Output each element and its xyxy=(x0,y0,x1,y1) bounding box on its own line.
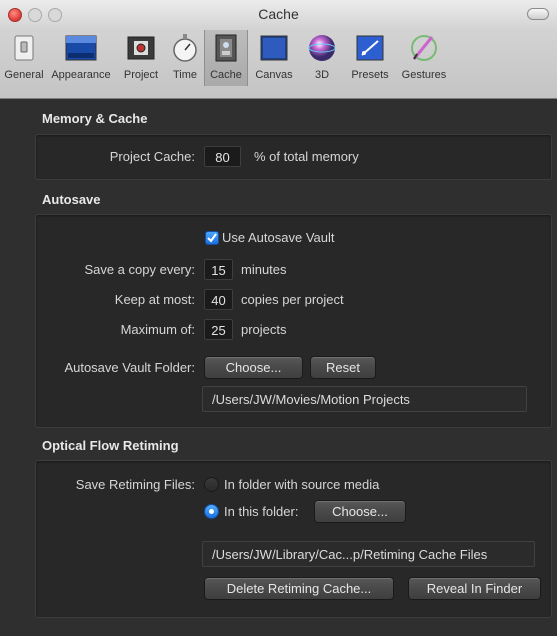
tab-gestures[interactable]: Gestures xyxy=(396,30,452,86)
appearance-icon xyxy=(64,32,98,64)
gestures-pen-icon xyxy=(407,32,441,64)
tab-label: Presets xyxy=(351,69,389,81)
tab-time[interactable]: Time xyxy=(166,30,204,86)
radio-this-folder[interactable] xyxy=(204,504,219,519)
save-retiming-label: Save Retiming Files: xyxy=(75,477,195,492)
tab-project[interactable]: Project xyxy=(116,30,166,86)
vault-folder-path: /Users/JW/Movies/Motion Projects xyxy=(202,386,527,412)
radio-source-media[interactable] xyxy=(204,477,219,492)
project-cache-label: Project Cache: xyxy=(109,149,195,164)
title-bar: Cache General Appearance Project Time Ca… xyxy=(0,0,557,99)
reveal-in-finder-button[interactable]: Reveal In Finder xyxy=(408,577,541,600)
memory-section-title: Memory & Cache xyxy=(42,111,148,126)
keep-at-most-suffix: copies per project xyxy=(241,292,344,307)
general-switch-icon xyxy=(7,32,41,64)
keep-at-most-field[interactable]: 40 xyxy=(204,289,233,310)
tab-label: Canvas xyxy=(255,69,293,81)
maximum-of-field[interactable]: 25 xyxy=(204,319,233,340)
maximum-of-suffix: projects xyxy=(241,322,287,337)
maximum-of-label: Maximum of: xyxy=(120,322,195,337)
use-vault-checkbox[interactable] xyxy=(205,231,219,245)
autosave-section-title: Autosave xyxy=(42,192,101,207)
tab-label: Time xyxy=(172,69,198,81)
vault-folder-label: Autosave Vault Folder: xyxy=(64,360,195,375)
save-copy-field[interactable]: 15 xyxy=(204,259,233,280)
project-cache-suffix: % of total memory xyxy=(254,149,359,164)
preferences-toolbar: General Appearance Project Time Cache Ca… xyxy=(4,30,452,86)
tab-canvas[interactable]: Canvas xyxy=(248,30,300,86)
tab-label: General xyxy=(4,69,44,81)
save-copy-label: Save a copy every: xyxy=(84,262,195,277)
retiming-folder-path: /Users/JW/Library/Cac...p/Retiming Cache… xyxy=(202,541,535,567)
keep-at-most-label: Keep at most: xyxy=(114,292,195,307)
sphere-3d-icon xyxy=(305,32,339,64)
tab-cache[interactable]: Cache xyxy=(204,30,248,86)
checkmark-icon xyxy=(207,233,217,243)
tab-3d[interactable]: 3D xyxy=(300,30,344,86)
cache-film-icon xyxy=(209,32,243,64)
optical-flow-section-title: Optical Flow Retiming xyxy=(42,438,179,453)
use-vault-label: Use Autosave Vault xyxy=(222,230,335,245)
tab-label: Gestures xyxy=(401,69,447,81)
tab-label: 3D xyxy=(314,69,330,81)
tab-label: Project xyxy=(123,69,159,81)
tab-presets[interactable]: Presets xyxy=(344,30,396,86)
retiming-choose-button[interactable]: Choose... xyxy=(314,500,406,523)
window-title: Cache xyxy=(258,6,299,22)
tab-label: Cache xyxy=(210,69,242,81)
save-copy-suffix: minutes xyxy=(241,262,287,277)
stopwatch-icon xyxy=(168,32,202,64)
canvas-icon xyxy=(257,32,291,64)
presets-icon xyxy=(353,32,387,64)
delete-retiming-cache-button[interactable]: Delete Retiming Cache... xyxy=(204,577,394,600)
tab-label: Appearance xyxy=(51,69,111,81)
radio-this-folder-label: In this folder: xyxy=(224,504,299,519)
project-cache-field[interactable]: 80 xyxy=(204,146,241,167)
toolbar-toggle-button[interactable] xyxy=(527,8,549,20)
vault-choose-button[interactable]: Choose... xyxy=(204,356,303,379)
radio-source-media-label: In folder with source media xyxy=(224,477,380,492)
tab-general[interactable]: General xyxy=(2,30,46,86)
tab-appearance[interactable]: Appearance xyxy=(46,30,116,86)
project-film-icon xyxy=(124,32,158,64)
vault-reset-button[interactable]: Reset xyxy=(310,356,376,379)
preferences-window: Cache General Appearance Project Time Ca… xyxy=(0,0,557,636)
